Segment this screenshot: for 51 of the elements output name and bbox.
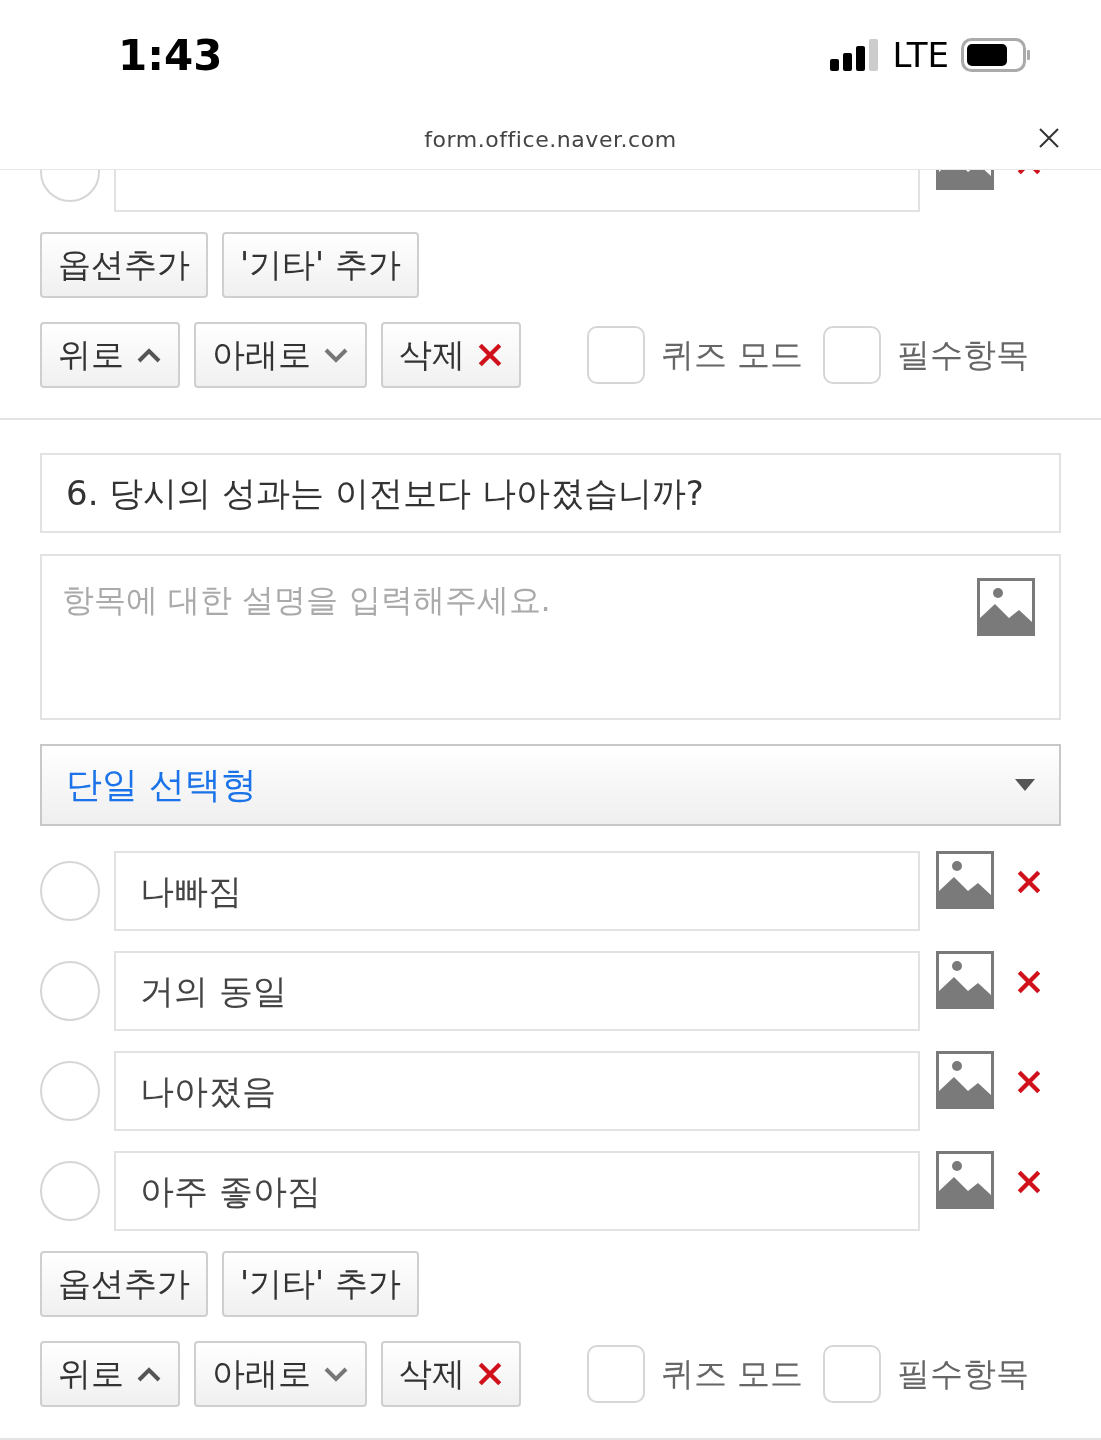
- signal-icon: [830, 39, 881, 71]
- add-option-button[interactable]: 옵션추가: [40, 232, 208, 298]
- question-type-dropdown[interactable]: 단일 선택형: [40, 744, 1061, 826]
- add-option-button[interactable]: '기타' 추가: [222, 232, 419, 298]
- radio-button[interactable]: [40, 1061, 100, 1121]
- image-icon[interactable]: [936, 1051, 994, 1109]
- option-field[interactable]: 나아졌음: [114, 1051, 920, 1131]
- checkbox-label: 퀴즈 모드: [660, 334, 803, 377]
- delete-button[interactable]: 삭제: [381, 1341, 521, 1407]
- url-text: form.office.naver.com: [424, 126, 677, 154]
- option-field[interactable]: 아주 좋아짐: [114, 1151, 920, 1231]
- status-time: 1:43: [118, 29, 223, 82]
- move-down-button[interactable]: 아래로: [194, 322, 367, 388]
- description-field[interactable]: 항목에 대한 설명을 입력해주세요.: [40, 554, 1061, 720]
- checkbox-label: 필수항목: [897, 1353, 1029, 1396]
- checkbox-label: 필수항목: [897, 334, 1029, 377]
- image-icon[interactable]: [977, 578, 1035, 636]
- checkbox-label: 퀴즈 모드: [660, 1353, 803, 1396]
- close-icon[interactable]: [1039, 128, 1059, 148]
- option-field[interactable]: 나빠짐: [114, 851, 920, 931]
- checkbox[interactable]: [586, 326, 645, 384]
- move-up-button[interactable]: 위로: [40, 1341, 180, 1407]
- option-field[interactable]: 거의 동일: [114, 951, 920, 1031]
- dropdown-caret-icon: [1015, 779, 1035, 791]
- image-icon[interactable]: [936, 951, 994, 1009]
- battery-icon: [961, 38, 1031, 72]
- radio-button[interactable]: [40, 1161, 100, 1221]
- delete-icon[interactable]: [1016, 969, 1042, 995]
- image-icon[interactable]: [936, 1151, 994, 1209]
- checkbox[interactable]: [823, 326, 881, 384]
- delete-icon[interactable]: [1016, 1169, 1042, 1195]
- checkbox[interactable]: [586, 1345, 645, 1403]
- move-up-button[interactable]: 위로: [40, 322, 180, 388]
- question-title-field[interactable]: 6. 당시의 성과는 이전보다 나아졌습니까?: [40, 453, 1061, 533]
- delete-button[interactable]: 삭제: [381, 322, 521, 388]
- close-icon: [477, 1361, 503, 1387]
- chevron-up-icon: [136, 1366, 162, 1382]
- chevron-down-icon: [323, 347, 349, 363]
- add-option-button[interactable]: '기타' 추가: [222, 1251, 419, 1317]
- network-label: LTE: [892, 33, 949, 77]
- delete-icon[interactable]: [1016, 1069, 1042, 1095]
- radio-button[interactable]: [40, 961, 100, 1021]
- chevron-down-icon: [323, 1366, 349, 1382]
- delete-icon[interactable]: [1016, 869, 1042, 895]
- move-down-button[interactable]: 아래로: [194, 1341, 367, 1407]
- close-icon: [477, 342, 503, 368]
- checkbox[interactable]: [823, 1345, 881, 1403]
- image-icon[interactable]: [936, 851, 994, 909]
- radio-button[interactable]: [40, 861, 100, 921]
- add-option-button[interactable]: 옵션추가: [40, 1251, 208, 1317]
- chevron-up-icon: [136, 347, 162, 363]
